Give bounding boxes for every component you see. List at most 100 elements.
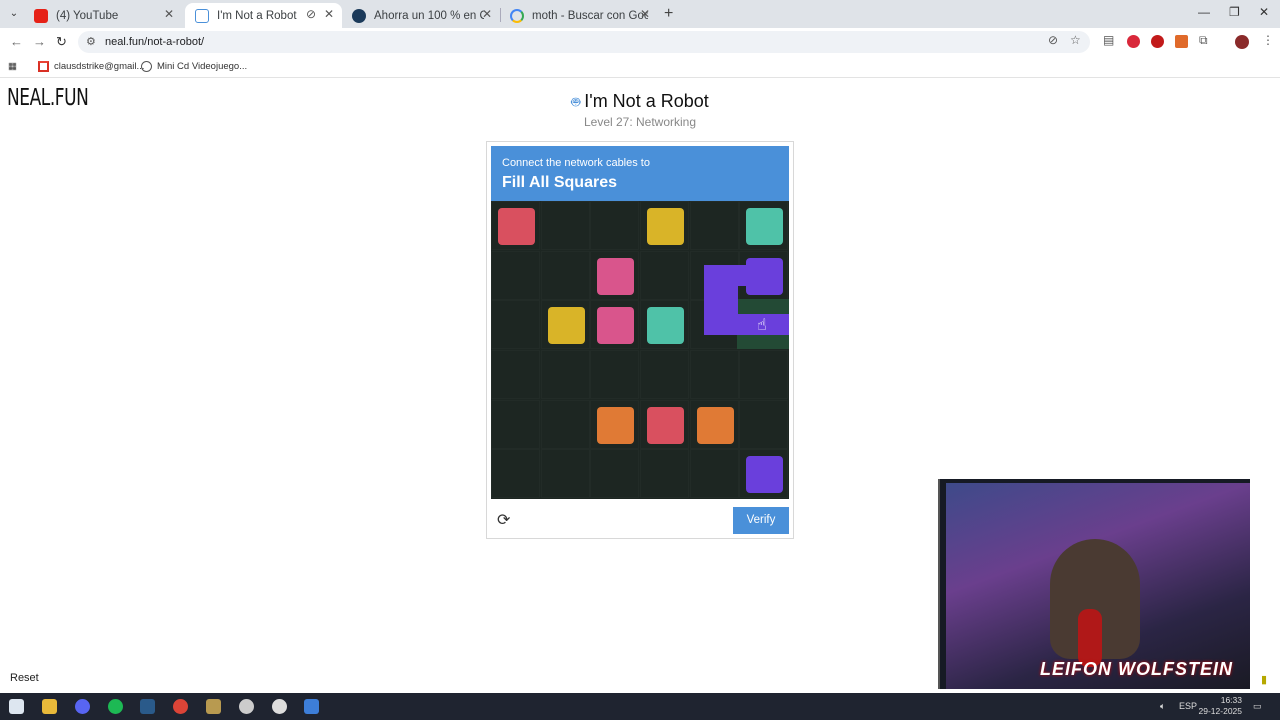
page-title: 🤖︎ I'm Not a Robot: [0, 91, 1280, 113]
app-window-icon[interactable]: [304, 699, 319, 714]
square-pink[interactable]: [597, 257, 635, 295]
level-label: Level 27: Networking: [583, 115, 697, 129]
square-pink[interactable]: [597, 307, 635, 345]
minimize-icon[interactable]: —: [1198, 5, 1210, 19]
clock-date: 29-12-2025: [1198, 706, 1242, 716]
file-explorer-icon[interactable]: [42, 699, 57, 714]
robot-icon: [195, 8, 209, 23]
youtube-icon: [34, 8, 48, 23]
app-icon[interactable]: [239, 699, 254, 714]
square-purple[interactable]: [746, 257, 784, 295]
tab-title: (4) YouTube: [56, 9, 119, 22]
grid-cell[interactable]: [491, 399, 540, 449]
steam-icon[interactable]: [140, 699, 155, 714]
captcha-goal: Fill All Squares: [502, 174, 617, 191]
grid-cell[interactable]: [590, 201, 640, 250]
tab-steam[interactable]: Ahorra un 100 % en Caveman W ✕: [342, 3, 500, 28]
grid-cell[interactable]: [491, 300, 540, 350]
network-grid[interactable]: ☝︎: [491, 201, 789, 499]
square-teal[interactable]: [746, 208, 784, 245]
grid-cell[interactable]: [640, 449, 689, 499]
refresh-icon[interactable]: ⟳: [497, 510, 510, 530]
tab-search-icon[interactable]: ⌄: [6, 6, 22, 22]
notifications-icon[interactable]: ▭: [1253, 701, 1262, 712]
close-tab-icon[interactable]: ✕: [164, 7, 174, 21]
gmail-icon: [38, 61, 49, 72]
verify-button[interactable]: Verify: [733, 507, 789, 534]
bookmark-star-icon[interactable]: ☆: [1070, 33, 1081, 47]
webcam-overlay: LEIFON WOLFSTEIN: [938, 479, 1250, 689]
muted-icon[interactable]: ⊘: [306, 7, 316, 21]
close-window-icon[interactable]: ✕: [1259, 5, 1269, 19]
extension-cast-icon[interactable]: ▤: [1103, 33, 1114, 47]
windows-start-icon[interactable]: [9, 699, 24, 714]
extension-red-icon[interactable]: [1151, 35, 1164, 48]
address-bar[interactable]: ⚙ neal.fun/not-a-robot/: [78, 31, 1090, 53]
discord-icon[interactable]: [75, 699, 90, 714]
close-tab-icon[interactable]: ✕: [324, 7, 334, 21]
settings-icon[interactable]: [272, 699, 287, 714]
square-orange[interactable]: [696, 406, 734, 444]
chrome-icon[interactable]: [173, 699, 188, 714]
square-orange[interactable]: [597, 406, 635, 444]
tab-title: moth - Buscar con Google: [532, 9, 648, 22]
reset-button[interactable]: Reset: [10, 672, 39, 684]
forward-icon[interactable]: →: [33, 34, 46, 49]
site-info-icon[interactable]: ⚙: [86, 35, 96, 48]
grid-cell[interactable]: [739, 399, 789, 449]
grid-cell[interactable]: [689, 201, 739, 250]
restore-icon[interactable]: ❐: [1229, 5, 1240, 19]
volume-icon[interactable]: 🔈︎: [1160, 701, 1165, 712]
apps-grid-icon[interactable]: ▦: [8, 61, 17, 72]
profile-avatar[interactable]: [1235, 35, 1249, 49]
grid-cell[interactable]: [491, 250, 540, 300]
tab-not-a-robot[interactable]: I'm Not a Robot ⊘ ✕: [185, 3, 342, 28]
grid-cell[interactable]: [540, 201, 590, 250]
hand-cursor-icon: ☝︎: [757, 317, 767, 334]
tab-google[interactable]: moth - Buscar con Google ✕: [500, 3, 658, 28]
stream-overlay-text: LEIFON WOLFSTEIN: [1040, 659, 1233, 679]
grid-cell[interactable]: [491, 350, 540, 399]
square-red[interactable]: [498, 208, 535, 245]
url-text: neal.fun/not-a-robot/: [105, 36, 205, 48]
grid-cell[interactable]: [540, 399, 590, 449]
league-icon[interactable]: [206, 699, 221, 714]
grid-cell[interactable]: [739, 350, 789, 399]
adblock-icon[interactable]: [1127, 35, 1140, 48]
grid-cell[interactable]: [689, 350, 739, 399]
grid-cell[interactable]: [590, 350, 640, 399]
grid-cell[interactable]: [689, 449, 739, 499]
steam-icon: [352, 8, 366, 23]
new-tab-icon[interactable]: +: [664, 5, 673, 23]
extensions-puzzle-icon[interactable]: ⧉: [1199, 33, 1208, 48]
reload-icon[interactable]: ↻: [56, 34, 67, 50]
spotify-icon[interactable]: [108, 699, 123, 714]
square-yellow[interactable]: [547, 307, 585, 345]
close-tab-icon[interactable]: ✕: [640, 7, 650, 21]
bookmark-mini-cd[interactable]: Mini Cd Videojuego...: [141, 61, 247, 72]
menu-dots-icon[interactable]: ⋮: [1262, 33, 1274, 47]
grid-cell[interactable]: [491, 449, 540, 499]
square-teal[interactable]: [647, 307, 684, 345]
square-purple[interactable]: [746, 456, 784, 494]
metamask-icon[interactable]: [1175, 35, 1188, 48]
bookmark-gmail[interactable]: clausdstrike@gmail...: [38, 61, 144, 72]
close-tab-icon[interactable]: ✕: [482, 7, 492, 21]
back-icon[interactable]: ←: [10, 34, 23, 49]
grid-cell[interactable]: [540, 350, 590, 399]
grid-cell[interactable]: [640, 250, 689, 300]
tab-youtube[interactable]: (4) YouTube ✕: [24, 3, 182, 28]
captcha-header: Connect the network cables to Fill All S…: [491, 146, 789, 202]
clock[interactable]: 16:33 29-12-2025: [1198, 695, 1242, 717]
cable-segment[interactable]: [704, 314, 789, 335]
grid-cell[interactable]: [590, 449, 640, 499]
grid-cell[interactable]: [640, 350, 689, 399]
square-red[interactable]: [647, 406, 684, 444]
robot-icon: 🤖︎: [571, 94, 581, 111]
grid-cell[interactable]: [540, 250, 590, 300]
language-indicator[interactable]: ESP: [1179, 701, 1197, 711]
tab-strip: ⌄ (4) YouTube ✕ I'm Not a Robot ⊘ ✕ Ahor…: [0, 0, 1280, 28]
grid-cell[interactable]: [540, 449, 590, 499]
muted-site-icon[interactable]: ⊘: [1048, 33, 1058, 47]
square-yellow[interactable]: [647, 208, 684, 245]
